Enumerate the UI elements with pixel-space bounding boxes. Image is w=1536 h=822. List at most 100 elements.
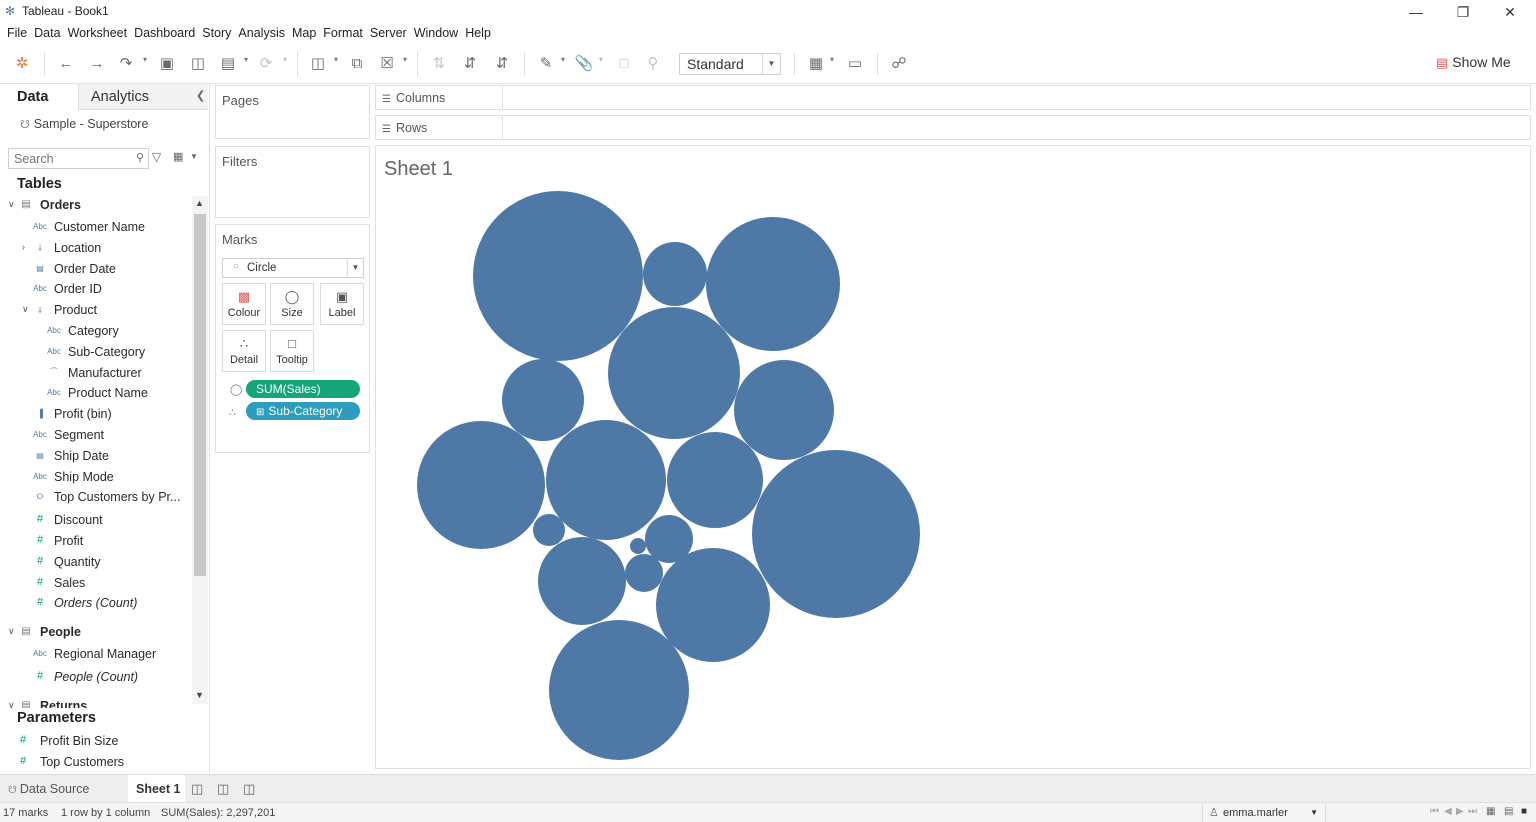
field-item[interactable]: ∨ ⸸ Product [0, 301, 192, 321]
next-sheet-icon[interactable]: ▶ [1456, 806, 1464, 817]
restore-icon[interactable]: ❐ [1440, 0, 1486, 24]
bubble-mark[interactable] [546, 420, 666, 540]
packed-bubbles[interactable] [376, 146, 1530, 768]
bubble-mark[interactable] [502, 359, 584, 441]
field-item[interactable]: ▤ Ship Date [0, 447, 192, 467]
scroll-down-icon[interactable]: ▼ [195, 690, 204, 700]
mark-type-select[interactable]: ○ Circle ▼ [222, 258, 364, 278]
field-item[interactable]: # Profit [0, 532, 192, 552]
field-item[interactable]: # Quantity [0, 553, 192, 573]
scroll-thumb[interactable] [194, 214, 206, 576]
show-labels-icon[interactable]: □ [614, 54, 634, 74]
field-item[interactable]: ⁀ Manufacturer [0, 364, 192, 384]
first-sheet-icon[interactable]: ⏮ [1430, 806, 1439, 817]
bubble-mark[interactable] [549, 620, 689, 760]
menu-map[interactable]: Map [292, 24, 316, 40]
menu-window[interactable]: Window [414, 24, 458, 40]
show-cards-icon[interactable]: ▦ [806, 54, 826, 74]
filters-card[interactable]: Filters [215, 146, 370, 218]
filmstrip-icon[interactable]: ▤ [1504, 806, 1513, 817]
table-item[interactable]: ∨ ▤ Orders [0, 196, 192, 216]
refresh-icon[interactable]: ⟳ [256, 54, 276, 74]
data-source-tab[interactable]: ☋ Data Source [0, 775, 128, 802]
search-input[interactable] [9, 149, 127, 168]
chevron-down-icon[interactable]: ∨ [22, 304, 29, 315]
chevron-down-icon[interactable]: ∨ [8, 199, 15, 210]
clear-sheet-icon[interactable]: ☒ [377, 54, 397, 74]
search-icon[interactable]: ⚲ [136, 151, 144, 164]
sort-descending-icon[interactable]: ⇵ [492, 54, 512, 74]
tab-data[interactable]: Data [0, 84, 78, 110]
field-item[interactable]: ▤ Order Date [0, 260, 192, 280]
save-icon[interactable]: ▣ [157, 54, 177, 74]
bubble-mark[interactable] [473, 191, 643, 361]
sheet-sorter-icon[interactable]: ▦ [1486, 806, 1495, 817]
menu-analysis[interactable]: Analysis [238, 24, 285, 40]
field-item[interactable]: # Orders (Count) [0, 594, 192, 614]
menu-worksheet[interactable]: Worksheet [68, 24, 128, 40]
sum-sales-pill[interactable]: SUM(Sales) [246, 380, 360, 398]
chevron-down-icon[interactable]: ▼ [190, 152, 198, 161]
swap-data-icon[interactable]: ↷ [116, 54, 136, 74]
detail-button[interactable]: ∴ Detail [222, 330, 266, 372]
close-icon[interactable]: ✕ [1487, 0, 1533, 24]
field-item[interactable]: # Discount [0, 511, 192, 531]
chevron-right-icon[interactable]: › [22, 242, 25, 252]
menu-file[interactable]: File [7, 24, 27, 40]
sheet-tab-active[interactable]: Sheet 1 [128, 775, 185, 802]
bubble-mark[interactable] [533, 514, 565, 546]
bubble-mark[interactable] [643, 242, 707, 306]
pause-updates-icon[interactable]: ▤ [218, 54, 238, 74]
new-worksheet-icon[interactable]: ◫ [308, 54, 328, 74]
bubble-mark[interactable] [706, 217, 840, 351]
filter-icon[interactable]: ▽ [152, 150, 161, 164]
field-item[interactable]: ⭘ Top Customers by Pr... [0, 488, 192, 508]
new-worksheet-icon[interactable]: ◫ [191, 781, 203, 797]
field-item[interactable]: Abc Segment [0, 426, 192, 446]
menu-data[interactable]: Data [34, 24, 60, 40]
field-item[interactable]: Abc Product Name [0, 384, 192, 404]
prev-sheet-icon[interactable]: ◀ [1444, 806, 1452, 817]
fix-axes-icon[interactable]: ⚲ [643, 54, 663, 74]
menu-format[interactable]: Format [323, 24, 363, 40]
datasource-item[interactable]: ☋ Sample - Superstore [20, 117, 148, 131]
redo-icon[interactable]: → [87, 54, 107, 74]
bubble-mark[interactable] [752, 450, 920, 618]
tab-analytics[interactable]: Analytics [78, 84, 208, 110]
field-item[interactable]: Abc Category [0, 322, 192, 342]
bubble-mark[interactable] [667, 432, 763, 528]
bubble-mark[interactable] [656, 548, 770, 662]
rows-shelf[interactable]: ☰ Rows [375, 115, 1531, 140]
size-button[interactable]: ◯ Size [270, 283, 314, 325]
tableau-start-icon[interactable]: ✲ [12, 54, 32, 74]
field-list-scrollbar[interactable]: ▲ ▼ [192, 196, 208, 704]
menu-server[interactable]: Server [370, 24, 407, 40]
field-item[interactable]: Abc Sub-Category [0, 343, 192, 363]
minimize-icon[interactable]: — [1393, 0, 1439, 24]
new-datasource-icon[interactable]: ◫ [188, 54, 208, 74]
field-item[interactable]: Abc Order ID [0, 280, 192, 300]
swap-rows-columns-icon[interactable]: ⇅ [429, 54, 449, 74]
chevron-down-icon[interactable]: ∨ [8, 626, 15, 637]
bubble-mark[interactable] [625, 554, 663, 592]
field-item[interactable]: # Sales [0, 574, 192, 594]
field-item[interactable]: Abc Ship Mode [0, 468, 192, 488]
chevron-down-icon[interactable]: ∨ [8, 700, 15, 708]
tooltip-button[interactable]: □ Tooltip [270, 330, 314, 372]
table-item[interactable]: ∨ ▤ People [0, 623, 192, 643]
collapse-pane-icon[interactable]: ❮ [196, 89, 205, 102]
menu-story[interactable]: Story [202, 24, 231, 40]
fit-select[interactable]: Standard ▼ [679, 53, 781, 75]
share-icon[interactable]: ☍ [889, 54, 909, 74]
bubble-mark[interactable] [608, 307, 740, 439]
field-item[interactable]: ▐ Profit (bin) [0, 405, 192, 425]
viz-canvas[interactable]: Sheet 1 [375, 145, 1531, 769]
field-item[interactable]: # People (Count) [0, 668, 192, 688]
presentation-mode-icon[interactable]: ▭ [845, 54, 865, 74]
scroll-up-icon[interactable]: ▲ [195, 198, 204, 208]
last-sheet-icon[interactable]: ⏭ [1468, 806, 1477, 817]
table-item[interactable]: ∨ ▤ Returns [0, 697, 192, 708]
group-members-icon[interactable]: 📎 [574, 54, 594, 74]
view-options-icon[interactable]: ▦ [173, 150, 183, 163]
undo-icon[interactable]: ← [56, 54, 76, 74]
